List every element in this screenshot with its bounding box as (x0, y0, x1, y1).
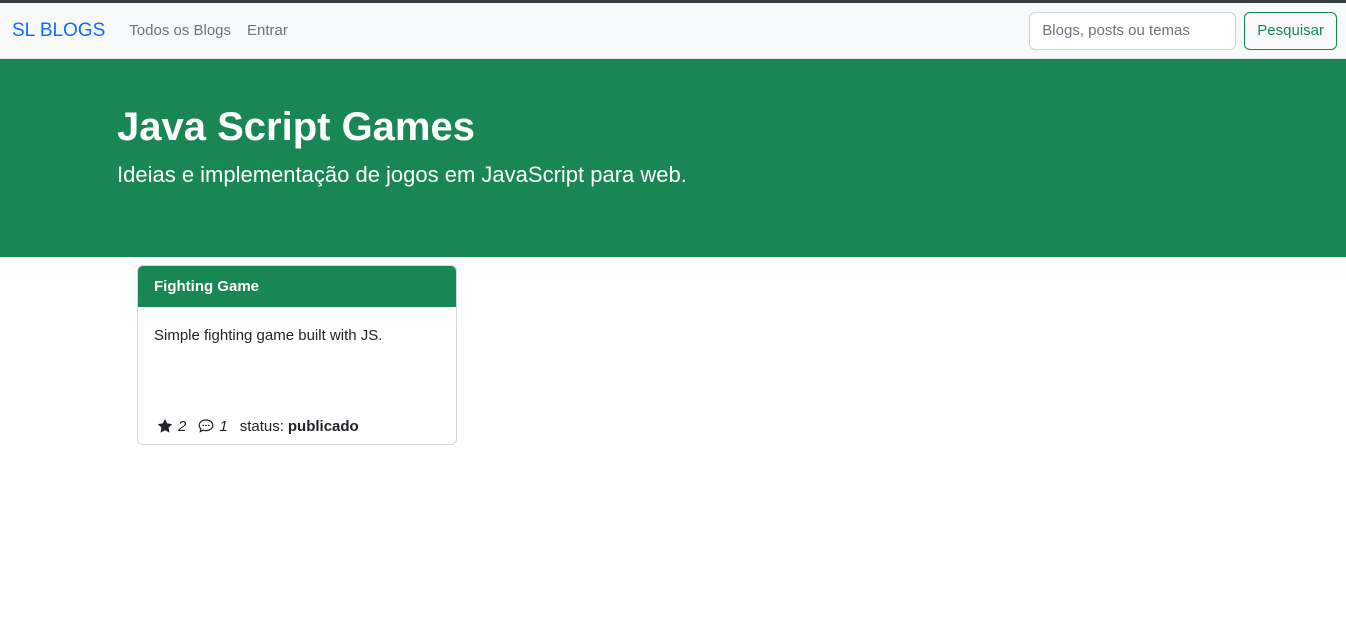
post-card-title[interactable]: Fighting Game (138, 266, 456, 307)
blog-hero-banner: Java Script Games Ideias e implementação… (0, 59, 1346, 257)
post-card: Fighting Game Simple fighting game built… (137, 265, 457, 445)
brand-logo-link[interactable]: SL BLOGS (12, 20, 105, 42)
status-label: status: (239, 417, 284, 435)
search-button[interactable]: Pesquisar (1244, 11, 1337, 50)
star-count: 2 (178, 417, 187, 435)
nav-link-login[interactable]: Entrar (247, 22, 288, 39)
chat-bubble-icon (198, 418, 214, 434)
search-input[interactable] (1029, 11, 1237, 50)
post-card-description: Simple fighting game built with JS. (154, 327, 383, 344)
post-card-meta: 2 1 status: publicado (138, 408, 456, 444)
blog-title: Java Script Games (117, 105, 475, 149)
comment-count: 1 (219, 417, 228, 435)
blog-subtitle: Ideias e implementação de jogos em JavaS… (117, 162, 687, 187)
nav-link-all-blogs[interactable]: Todos os Blogs (129, 22, 231, 39)
star-icon (157, 418, 173, 434)
status-badge: publicado (287, 417, 359, 435)
posts-list: Fighting Game Simple fighting game built… (0, 257, 1346, 445)
navbar: SL BLOGS Todos os Blogs Entrar Pesquisar (0, 3, 1346, 59)
